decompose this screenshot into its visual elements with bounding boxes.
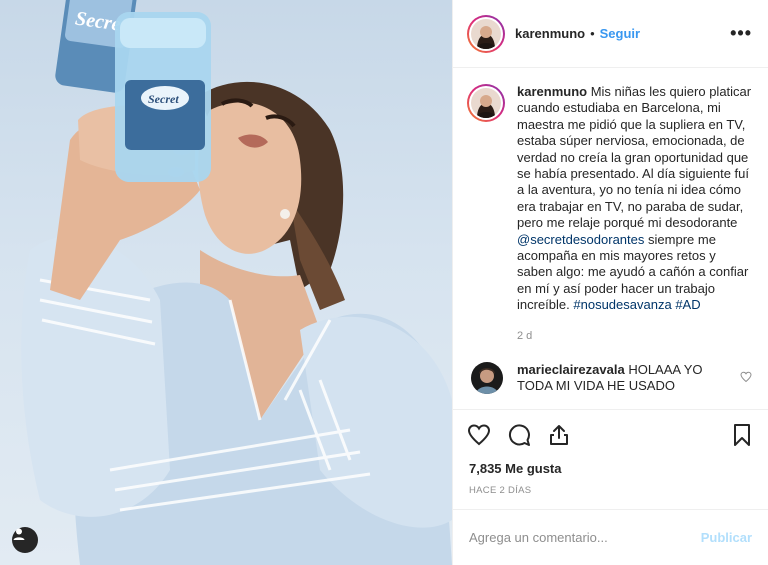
author-username[interactable]: karenmuno — [515, 26, 585, 41]
follow-button[interactable]: Seguir — [600, 26, 640, 41]
action-bar — [453, 409, 768, 459]
commenter-username[interactable]: marieclairezavala — [517, 362, 625, 377]
heart-icon[interactable] — [467, 423, 491, 447]
post-comment-button[interactable]: Publicar — [701, 530, 752, 545]
comment-input[interactable] — [469, 530, 701, 545]
caption: karenmuno Mis niñas les quiero platicar … — [467, 84, 752, 344]
heart-small-icon[interactable] — [740, 370, 752, 388]
comments-section[interactable]: karenmuno Mis niñas les quiero platicar … — [453, 68, 768, 409]
caption-text-part-1: Mis niñas les quiero platicar cuando est… — [517, 84, 752, 231]
comment-text: marieclairezavala HOLAAA YO TODA MI VIDA… — [517, 362, 717, 394]
more-options-button[interactable]: ••• — [730, 23, 752, 44]
post-side-panel: karenmuno • Seguir ••• karenmuno Mis niñ… — [452, 0, 768, 565]
author-avatar[interactable] — [467, 14, 505, 53]
caption-age[interactable]: 2 d — [517, 328, 752, 344]
add-comment-bar: Publicar — [453, 509, 768, 565]
likes-count[interactable]: 7,835 Me gusta — [453, 459, 768, 479]
post-header: karenmuno • Seguir ••• — [453, 0, 768, 68]
caption-hashtag-2[interactable]: #AD — [675, 297, 700, 312]
caption-avatar[interactable] — [467, 84, 505, 122]
commenter-avatar[interactable] — [471, 362, 503, 395]
share-icon[interactable] — [547, 423, 571, 447]
photo-illustration: Secret Secret — [21, 0, 452, 565]
product-brand-front: Secret — [148, 92, 179, 106]
header-separator: • — [590, 26, 595, 41]
instagram-post: Secret Secret karenmuno • Seguir ••• kar… — [0, 0, 768, 565]
caption-hashtag-1[interactable]: #nosudesavanza — [573, 297, 671, 312]
comment-icon[interactable] — [507, 423, 531, 447]
user-tag-icon[interactable] — [12, 527, 38, 553]
comment-item: marieclairezavala HOLAAA YO TODA MI VIDA… — [467, 362, 752, 395]
post-photo[interactable]: Secret Secret — [0, 0, 452, 565]
bookmark-icon[interactable] — [730, 423, 754, 447]
caption-mention[interactable]: @secretdesodorantes — [517, 232, 644, 247]
caption-text: karenmuno Mis niñas les quiero platicar … — [517, 84, 752, 344]
post-date[interactable]: HACE 2 DÍAS — [453, 479, 768, 509]
caption-username[interactable]: karenmuno — [517, 84, 587, 99]
